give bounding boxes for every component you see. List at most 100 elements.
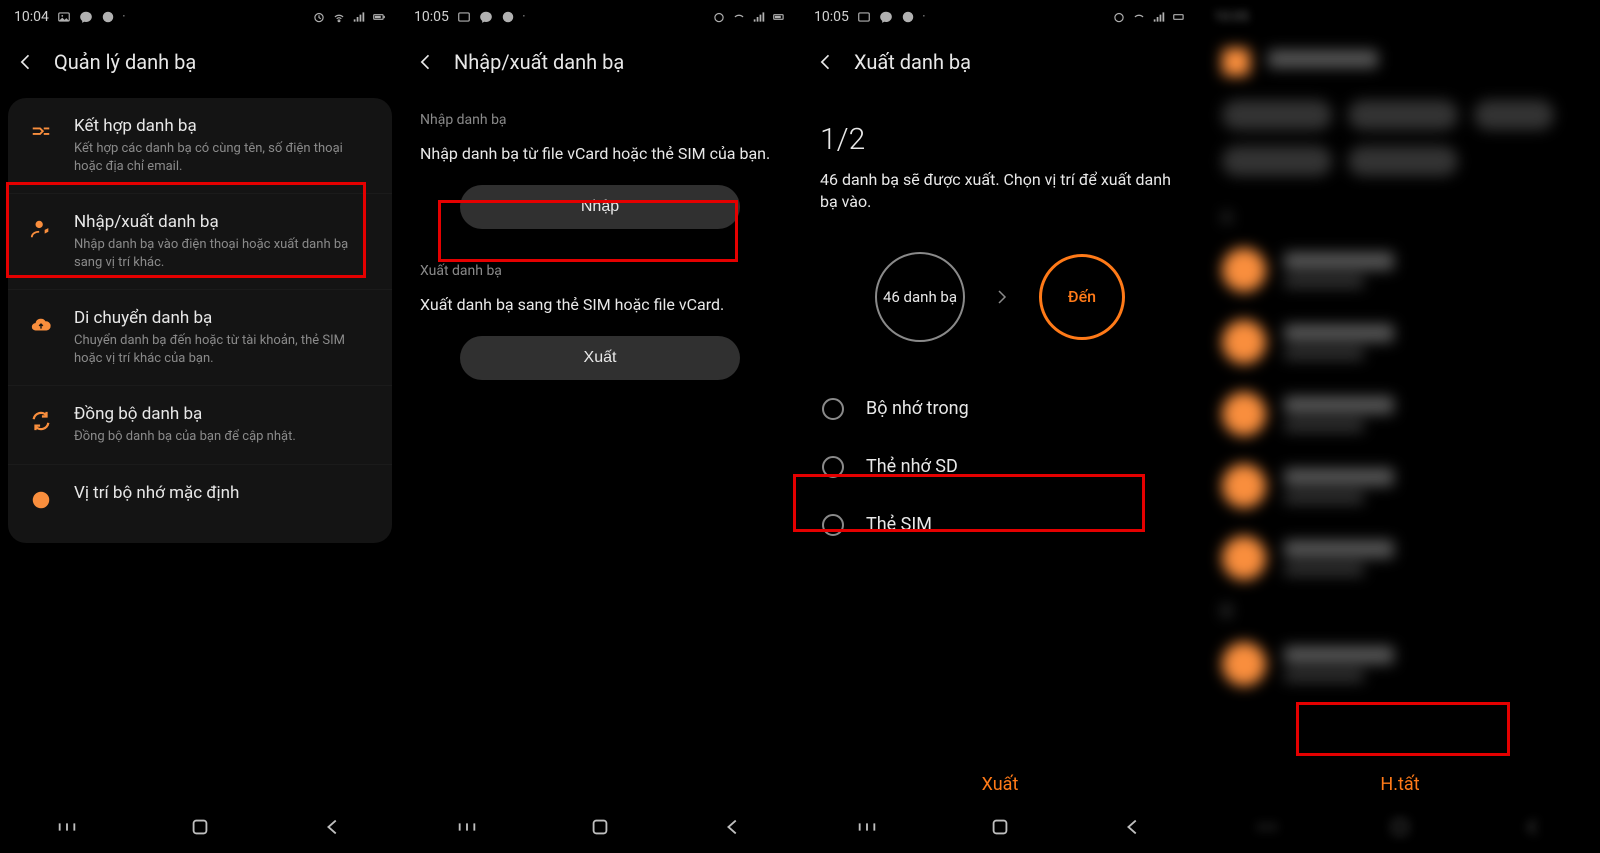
avatar (1222, 248, 1266, 292)
battery-icon (772, 10, 786, 24)
recents-icon[interactable] (1256, 816, 1278, 838)
recents-icon[interactable] (56, 816, 78, 838)
blurred-text (1284, 252, 1394, 270)
home-icon[interactable] (189, 816, 211, 838)
messenger-icon (479, 10, 493, 24)
import-export-row[interactable]: Nhập/xuất danh bạ Nhập danh bạ vào điện … (8, 194, 392, 290)
back-icon[interactable] (16, 52, 36, 72)
status-time: 10:04 (14, 9, 49, 25)
blurred-text (1284, 348, 1364, 360)
cloud-icon (26, 310, 56, 340)
signal-icon (1152, 10, 1166, 24)
option-sim[interactable]: Thẻ SIM (800, 496, 1200, 554)
back-icon[interactable] (816, 52, 836, 72)
export-action[interactable]: Xuất (800, 774, 1200, 795)
option-internal[interactable]: Bộ nhớ trong (800, 380, 1200, 438)
more-dot: • (923, 13, 925, 20)
wifi-icon (732, 10, 746, 24)
export-section-label: Xuất danh bạ (400, 241, 800, 291)
status-bar: 10:05 • (400, 0, 800, 34)
back-nav-icon[interactable] (722, 816, 744, 838)
done-action[interactable]: H.tất (1200, 774, 1600, 795)
avatar (1222, 320, 1266, 364)
row-title: Nhập/xuất danh bạ (74, 212, 372, 232)
blurred-text (1268, 50, 1378, 68)
chat-icon (101, 10, 115, 24)
storage-icon (26, 485, 56, 515)
wifi-icon (332, 10, 346, 24)
wifi-icon (1132, 10, 1146, 24)
avatar (1222, 48, 1250, 76)
import-section-label: Nhập danh bạ (400, 90, 800, 140)
merge-contacts-row[interactable]: Kết hợp danh bạ Kết hợp các danh bạ có c… (8, 98, 392, 194)
status-bar: 10:05 • (800, 0, 1200, 34)
back-nav-icon[interactable] (1122, 816, 1144, 838)
alarm-icon (1112, 10, 1126, 24)
chip (1348, 100, 1458, 130)
page-header: Xuất danh bạ (800, 34, 1200, 90)
row-sub: Đồng bộ danh bạ của bạn để cập nhật. (74, 428, 372, 446)
messenger-icon (79, 10, 93, 24)
picture-icon (457, 10, 471, 24)
chip (1474, 100, 1554, 130)
system-navbar (0, 801, 400, 853)
avatar (1222, 642, 1266, 686)
blurred-text (1284, 670, 1364, 682)
row-sub: Nhập danh bạ vào điện thoại hoặc xuất da… (74, 236, 372, 271)
contact-row (1200, 450, 1600, 522)
row-sub: Kết hợp các danh bạ có cùng tên, số điện… (74, 140, 372, 175)
blurred-text (1284, 492, 1364, 504)
home-icon[interactable] (989, 816, 1011, 838)
import-button[interactable]: Nhập (460, 185, 740, 229)
system-navbar (800, 801, 1200, 853)
section-divider: B (1200, 594, 1600, 628)
back-icon[interactable] (416, 52, 436, 72)
chat-icon (901, 10, 915, 24)
chip (1222, 146, 1332, 176)
section-divider: A (1200, 200, 1600, 234)
page-header: Quản lý danh bạ (0, 34, 400, 90)
blurred-text (1284, 646, 1394, 664)
back-nav-icon[interactable] (1522, 816, 1544, 838)
blurred-text (1284, 468, 1394, 486)
export-desc: Xuất danh bạ sang thẻ SIM hoặc file vCar… (400, 291, 800, 330)
status-bar: 10:05 (1200, 0, 1600, 34)
signal-icon (752, 10, 766, 24)
status-bar: 10:04 • (0, 0, 400, 34)
back-nav-icon[interactable] (322, 816, 344, 838)
blurred-text (1284, 396, 1394, 414)
screen-contacts-list-blurred: 10:05 A (1200, 0, 1600, 853)
default-storage-row[interactable]: Vị trí bộ nhớ mặc định (8, 465, 392, 533)
picture-icon (857, 10, 871, 24)
sync-contacts-row[interactable]: Đồng bộ danh bạ Đồng bộ danh bạ của bạn … (8, 386, 392, 465)
picture-icon (57, 10, 71, 24)
recents-icon[interactable] (856, 816, 878, 838)
export-button[interactable]: Xuất (460, 336, 740, 380)
radio-icon (822, 456, 844, 478)
progress-step: 1/2 (800, 90, 1200, 165)
blurred-content: A B (1200, 34, 1600, 700)
destination-circle[interactable]: Đến (1039, 254, 1125, 340)
option-label: Bộ nhớ trong (866, 398, 969, 419)
avatar (1222, 392, 1266, 436)
recents-icon[interactable] (456, 816, 478, 838)
move-contacts-row[interactable]: Di chuyển danh bạ Chuyển danh bạ đến hoặ… (8, 290, 392, 386)
avatar (1222, 464, 1266, 508)
option-sd-card[interactable]: Thẻ nhớ SD (800, 438, 1200, 496)
sync-icon (26, 406, 56, 436)
battery-icon (372, 10, 386, 24)
row-sub: Chuyển danh bạ đến hoặc từ tài khoản, th… (74, 332, 372, 367)
alarm-icon (312, 10, 326, 24)
home-icon[interactable] (1389, 816, 1411, 838)
blurred-text (1284, 540, 1394, 558)
status-time: 10:05 (1214, 9, 1249, 25)
avatar (1222, 536, 1266, 580)
profile-header (1200, 34, 1600, 90)
chip (1348, 146, 1458, 176)
home-icon[interactable] (589, 816, 611, 838)
contact-row (1200, 522, 1600, 594)
chat-icon (501, 10, 515, 24)
filter-chips (1200, 90, 1600, 186)
messenger-icon (879, 10, 893, 24)
row-title: Đồng bộ danh bạ (74, 404, 372, 424)
